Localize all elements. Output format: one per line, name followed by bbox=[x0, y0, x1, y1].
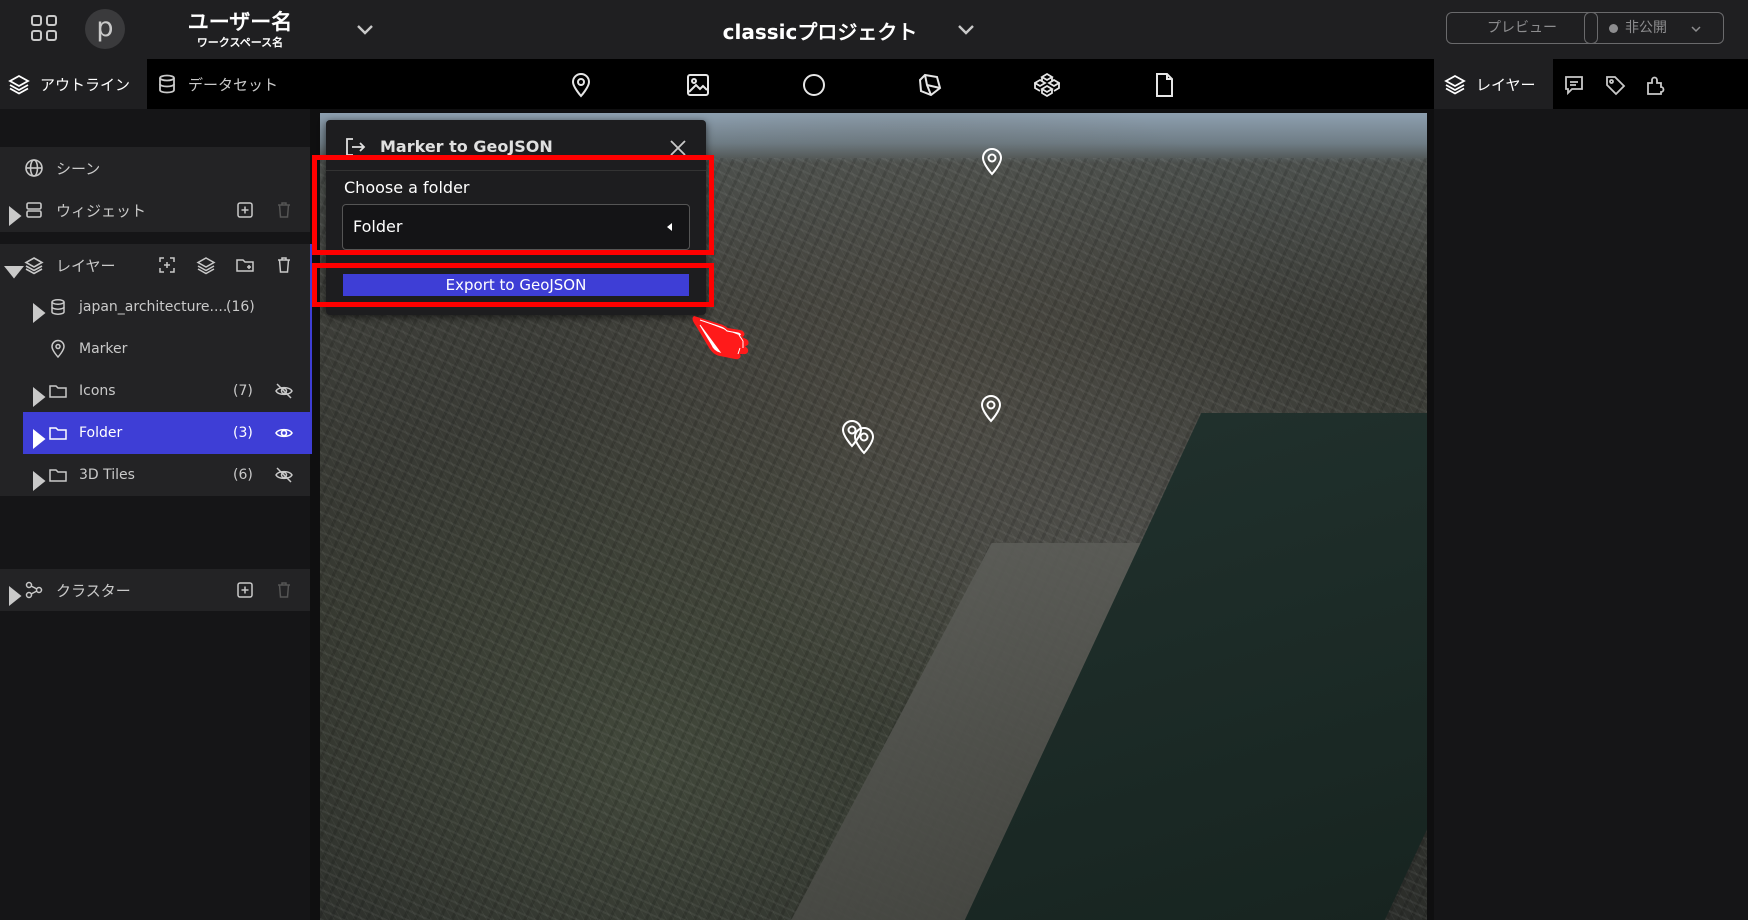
marker-tool-icon[interactable] bbox=[568, 72, 594, 98]
plugin-icon[interactable] bbox=[1645, 74, 1667, 96]
apps-grid-icon[interactable] bbox=[28, 12, 60, 44]
eye-off-icon[interactable] bbox=[274, 465, 294, 485]
highlight-export-button bbox=[312, 263, 714, 307]
layers-icon bbox=[1444, 73, 1466, 95]
image-tool-icon[interactable] bbox=[685, 72, 711, 98]
layer-count: (3) bbox=[233, 425, 253, 441]
trash-icon bbox=[274, 580, 294, 600]
layers-icon bbox=[24, 255, 44, 275]
chevron-down-icon[interactable] bbox=[354, 19, 376, 41]
eye-off-icon[interactable] bbox=[274, 381, 294, 401]
3d-model-tool-icon[interactable] bbox=[917, 72, 943, 98]
caret-down-icon[interactable] bbox=[4, 261, 24, 281]
scene-label: シーン bbox=[56, 159, 101, 178]
marker-pin-icon[interactable] bbox=[978, 393, 1004, 423]
add-cluster-icon[interactable] bbox=[235, 580, 255, 600]
tab-outline-label: アウトライン bbox=[40, 75, 131, 94]
caret-right-icon[interactable] bbox=[28, 387, 48, 407]
folder-icon bbox=[48, 381, 68, 401]
layer-label: Icons bbox=[79, 383, 116, 399]
tab-outline[interactable]: アウトライン bbox=[0, 59, 147, 109]
cluster-icon bbox=[24, 580, 44, 600]
caret-right-icon[interactable] bbox=[28, 303, 48, 323]
layer-label: Marker bbox=[79, 341, 128, 357]
layers-icon bbox=[8, 73, 30, 95]
caret-right-icon[interactable] bbox=[28, 429, 48, 449]
add-infobox-icon[interactable] bbox=[157, 255, 177, 275]
cluster-row[interactable]: クラスター bbox=[0, 569, 310, 611]
widget-label: ウィジェット bbox=[56, 201, 147, 220]
add-folder-icon[interactable] bbox=[235, 255, 255, 275]
add-layer-icon[interactable] bbox=[196, 255, 216, 275]
highlight-choose-folder bbox=[312, 155, 714, 255]
left-panel: シーン ウィジェット レイヤー japan_architecture.... (… bbox=[0, 109, 312, 920]
file-tool-icon[interactable] bbox=[1151, 72, 1177, 98]
layer-label: 3D Tiles bbox=[79, 467, 135, 483]
preview-button[interactable]: プレビュー bbox=[1446, 12, 1598, 44]
tab-layer-properties[interactable]: レイヤー bbox=[1434, 59, 1553, 109]
list-item[interactable]: Icons (7) bbox=[0, 370, 310, 412]
widget-item[interactable]: ウィジェット bbox=[0, 189, 310, 231]
caret-right-icon[interactable] bbox=[4, 586, 24, 606]
layer-count: (6) bbox=[233, 467, 253, 483]
publish-status-label: 非公開 bbox=[1625, 20, 1667, 36]
pointing-hand-icon bbox=[690, 310, 760, 360]
caret-right-icon[interactable] bbox=[28, 471, 48, 491]
caret-right-icon[interactable] bbox=[4, 206, 24, 226]
panel-separator bbox=[1427, 109, 1434, 920]
eye-icon[interactable] bbox=[274, 423, 294, 443]
trash-icon bbox=[274, 200, 294, 220]
layer-label: Folder bbox=[79, 425, 123, 441]
layer-list-tail: 3D Tiles (6) bbox=[0, 454, 310, 496]
marker-icon bbox=[48, 339, 68, 359]
layer-count: (7) bbox=[233, 383, 253, 399]
cluster-label: クラスター bbox=[56, 581, 131, 600]
globe-icon bbox=[24, 158, 44, 178]
scene-item[interactable]: シーン bbox=[0, 147, 310, 189]
marker-pin-icon[interactable] bbox=[979, 146, 1005, 176]
list-item[interactable]: japan_architecture.... (16) bbox=[0, 286, 310, 328]
tab-dataset-label: データセット bbox=[188, 75, 279, 94]
list-item[interactable]: 3D Tiles (6) bbox=[0, 454, 310, 496]
database-icon bbox=[156, 73, 178, 95]
layer-list: japan_architecture.... (16) Marker Icons… bbox=[0, 286, 310, 454]
tab-layer-properties-label: レイヤー bbox=[1476, 75, 1536, 94]
list-item[interactable]: Marker bbox=[0, 328, 310, 370]
workspace-name[interactable]: ワークスペース名 bbox=[170, 34, 310, 50]
list-item-selected[interactable]: Folder (3) bbox=[23, 412, 310, 454]
comment-icon[interactable] bbox=[1563, 74, 1585, 96]
top-header: p ユーザー名 ワークスペース名 classicプロジェクト プレビュー 非公開 bbox=[0, 0, 1748, 59]
user-name[interactable]: ユーザー名 bbox=[170, 6, 310, 36]
publish-status-button[interactable]: 非公開 bbox=[1584, 12, 1724, 44]
trash-icon[interactable] bbox=[274, 255, 294, 275]
project-name[interactable]: classicプロジェクト bbox=[690, 16, 950, 45]
widget-icon bbox=[24, 200, 44, 220]
scene-group: シーン ウィジェット bbox=[0, 147, 310, 232]
layers-header-label: レイヤー bbox=[56, 256, 116, 275]
status-dot-icon bbox=[1609, 24, 1618, 33]
circle-tool-icon[interactable] bbox=[801, 72, 827, 98]
layers-header-row[interactable]: レイヤー bbox=[0, 244, 311, 286]
3d-tiles-tool-icon[interactable] bbox=[1034, 72, 1060, 98]
marker-pin-icon[interactable] bbox=[851, 425, 877, 455]
folder-icon bbox=[48, 465, 68, 485]
tab-dataset[interactable]: データセット bbox=[156, 59, 278, 109]
right-panel bbox=[1434, 109, 1748, 920]
add-widget-icon[interactable] bbox=[235, 200, 255, 220]
database-icon bbox=[48, 297, 68, 317]
layer-count: (16) bbox=[226, 299, 255, 315]
chevron-down-icon[interactable] bbox=[955, 19, 977, 41]
layer-label: japan_architecture.... bbox=[79, 299, 228, 315]
avatar[interactable]: p bbox=[85, 9, 125, 49]
chevron-down-icon bbox=[1690, 23, 1702, 35]
folder-icon bbox=[48, 423, 68, 443]
tag-icon[interactable] bbox=[1604, 74, 1626, 96]
popup-title: Marker to GeoJSON bbox=[380, 137, 553, 156]
